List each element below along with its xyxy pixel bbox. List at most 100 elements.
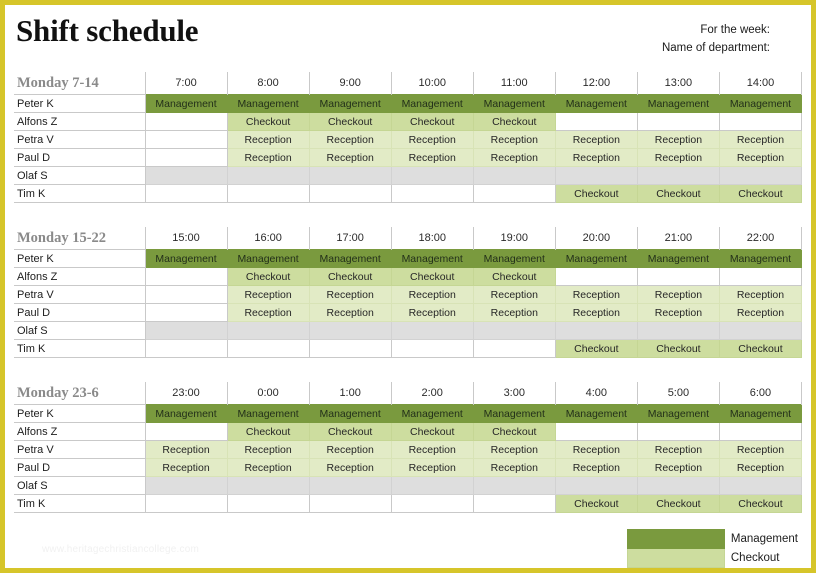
shift-cell[interactable] xyxy=(308,476,392,495)
shift-cell[interactable]: Reception xyxy=(718,440,803,459)
shift-cell[interactable]: Reception xyxy=(554,130,638,149)
shift-cell[interactable] xyxy=(390,184,474,203)
shift-cell[interactable]: Reception xyxy=(472,440,556,459)
shift-cell[interactable]: Reception xyxy=(718,303,803,322)
shift-cell[interactable]: Management xyxy=(226,94,310,113)
shift-cell[interactable] xyxy=(718,112,803,131)
shift-cell[interactable]: Checkout xyxy=(718,339,803,358)
shift-cell[interactable]: Checkout xyxy=(554,494,638,513)
shift-cell[interactable] xyxy=(554,267,638,286)
shift-cell[interactable]: Checkout xyxy=(718,184,803,203)
shift-cell[interactable]: Checkout xyxy=(636,339,720,358)
shift-cell[interactable]: Management xyxy=(308,404,392,423)
shift-cell[interactable]: Reception xyxy=(636,303,720,322)
shift-cell[interactable]: Checkout xyxy=(308,112,392,131)
shift-cell[interactable] xyxy=(636,476,720,495)
shift-cell[interactable]: Checkout xyxy=(390,112,474,131)
shift-cell[interactable] xyxy=(144,148,228,167)
shift-cell[interactable] xyxy=(144,422,228,441)
shift-cell[interactable]: Reception xyxy=(554,458,638,477)
shift-cell[interactable] xyxy=(554,112,638,131)
shift-cell[interactable]: Reception xyxy=(144,440,228,459)
shift-cell[interactable]: Management xyxy=(554,404,638,423)
shift-cell[interactable]: Management xyxy=(308,249,392,268)
shift-cell[interactable] xyxy=(144,112,228,131)
shift-cell[interactable] xyxy=(144,184,228,203)
shift-cell[interactable]: Reception xyxy=(308,285,392,304)
shift-cell[interactable]: Reception xyxy=(308,303,392,322)
shift-cell[interactable] xyxy=(472,184,556,203)
shift-cell[interactable]: Checkout xyxy=(390,267,474,286)
shift-cell[interactable] xyxy=(144,321,228,340)
shift-cell[interactable] xyxy=(144,267,228,286)
shift-cell[interactable] xyxy=(308,494,392,513)
shift-cell[interactable]: Management xyxy=(718,404,803,423)
shift-cell[interactable] xyxy=(144,494,228,513)
shift-cell[interactable]: Reception xyxy=(718,148,803,167)
shift-cell[interactable]: Checkout xyxy=(390,422,474,441)
shift-cell[interactable]: Reception xyxy=(308,440,392,459)
shift-cell[interactable] xyxy=(472,476,556,495)
shift-cell[interactable] xyxy=(308,166,392,185)
shift-cell[interactable]: Checkout xyxy=(308,422,392,441)
shift-cell[interactable]: Management xyxy=(554,94,638,113)
shift-cell[interactable]: Checkout xyxy=(472,267,556,286)
shift-cell[interactable]: Management xyxy=(636,94,720,113)
shift-cell[interactable]: Checkout xyxy=(636,184,720,203)
shift-cell[interactable]: Checkout xyxy=(554,339,638,358)
shift-cell[interactable]: Reception xyxy=(308,130,392,149)
shift-cell[interactable]: Management xyxy=(308,94,392,113)
shift-cell[interactable]: Management xyxy=(718,249,803,268)
shift-cell[interactable]: Reception xyxy=(390,130,474,149)
shift-cell[interactable]: Reception xyxy=(144,458,228,477)
shift-cell[interactable]: Management xyxy=(144,404,228,423)
shift-cell[interactable]: Management xyxy=(472,249,556,268)
shift-cell[interactable]: Reception xyxy=(718,458,803,477)
shift-cell[interactable] xyxy=(472,494,556,513)
shift-cell[interactable]: Management xyxy=(390,404,474,423)
shift-cell[interactable] xyxy=(226,184,310,203)
shift-cell[interactable] xyxy=(718,267,803,286)
shift-cell[interactable]: Reception xyxy=(390,440,474,459)
shift-cell[interactable] xyxy=(554,476,638,495)
shift-cell[interactable]: Reception xyxy=(390,285,474,304)
shift-cell[interactable] xyxy=(144,476,228,495)
shift-cell[interactable]: Management xyxy=(636,404,720,423)
shift-cell[interactable] xyxy=(226,476,310,495)
shift-cell[interactable]: Management xyxy=(554,249,638,268)
shift-cell[interactable] xyxy=(308,339,392,358)
shift-cell[interactable]: Checkout xyxy=(226,422,310,441)
shift-cell[interactable]: Reception xyxy=(554,285,638,304)
shift-cell[interactable]: Reception xyxy=(226,440,310,459)
shift-cell[interactable]: Management xyxy=(390,249,474,268)
shift-cell[interactable]: Reception xyxy=(226,130,310,149)
shift-cell[interactable] xyxy=(226,494,310,513)
shift-cell[interactable] xyxy=(472,166,556,185)
shift-cell[interactable] xyxy=(554,166,638,185)
shift-cell[interactable] xyxy=(718,476,803,495)
shift-cell[interactable]: Reception xyxy=(472,458,556,477)
shift-cell[interactable] xyxy=(226,321,310,340)
shift-cell[interactable] xyxy=(718,321,803,340)
shift-cell[interactable]: Reception xyxy=(636,148,720,167)
shift-cell[interactable] xyxy=(718,166,803,185)
shift-cell[interactable] xyxy=(636,267,720,286)
shift-cell[interactable] xyxy=(718,422,803,441)
shift-cell[interactable]: Reception xyxy=(308,148,392,167)
shift-cell[interactable]: Reception xyxy=(472,130,556,149)
shift-cell[interactable]: Checkout xyxy=(226,267,310,286)
shift-cell[interactable]: Management xyxy=(472,404,556,423)
shift-cell[interactable] xyxy=(308,184,392,203)
shift-cell[interactable]: Reception xyxy=(718,285,803,304)
shift-cell[interactable]: Reception xyxy=(636,130,720,149)
shift-cell[interactable] xyxy=(144,303,228,322)
shift-cell[interactable] xyxy=(390,339,474,358)
shift-cell[interactable]: Management xyxy=(718,94,803,113)
shift-cell[interactable]: Management xyxy=(390,94,474,113)
shift-cell[interactable]: Management xyxy=(472,94,556,113)
shift-cell[interactable] xyxy=(390,494,474,513)
shift-cell[interactable] xyxy=(636,422,720,441)
shift-cell[interactable]: Checkout xyxy=(554,184,638,203)
shift-cell[interactable]: Checkout xyxy=(472,112,556,131)
shift-cell[interactable]: Reception xyxy=(636,458,720,477)
